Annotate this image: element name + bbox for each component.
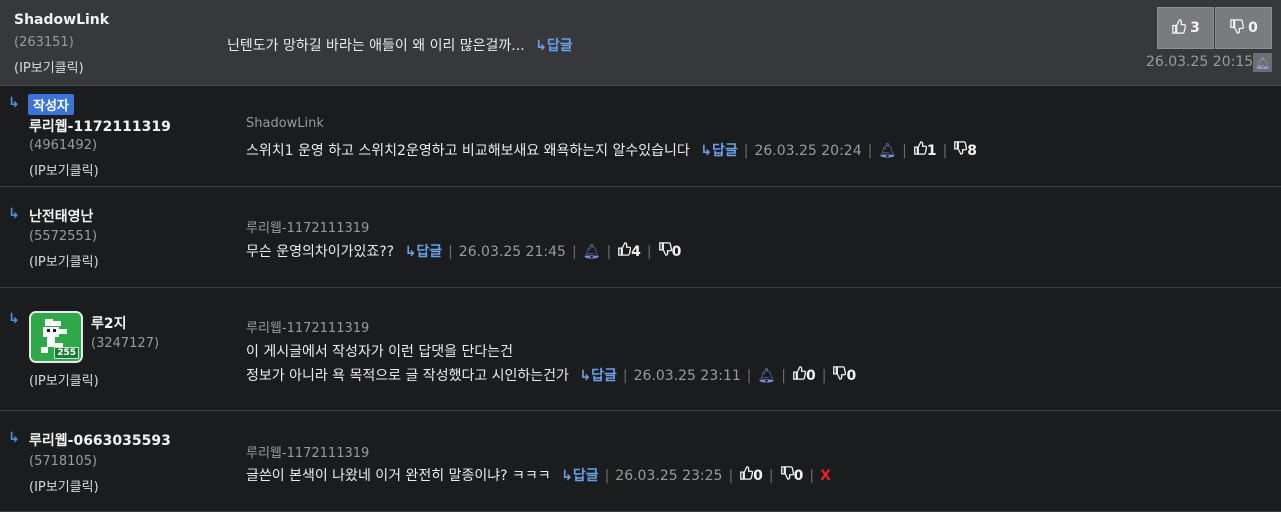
- avatar[interactable]: 255: [29, 311, 83, 363]
- comment-reply-button[interactable]: ↳답글: [405, 244, 443, 260]
- comment-row: ↳ 255 루2지 (3247127) (IP보기클릭) 루리웹-1172111…: [0, 289, 1281, 411]
- delete-button[interactable]: X: [820, 468, 831, 484]
- report-bell-icon[interactable]: 🔔︎: [878, 143, 896, 159]
- comment-parent-nick: 루리웹-1172111319: [246, 446, 370, 461]
- thumbs-down-icon: [658, 242, 672, 256]
- comment-down-count: 0: [793, 468, 804, 484]
- reply-arrow-icon: ↳: [8, 311, 20, 327]
- comment-date: 26.03.25 21:45: [458, 244, 566, 260]
- comment-ip-link[interactable]: (IP보기클릭): [29, 370, 99, 389]
- comment-down-count: 8: [967, 143, 978, 159]
- comment-nick[interactable]: 난전태영난: [29, 206, 93, 226]
- comment-uid: (5572551): [29, 229, 98, 244]
- author-badge: 작성자: [28, 94, 74, 115]
- thumbs-down-icon: [1229, 18, 1245, 38]
- comment-body: 무슨 운영의차이가있죠?? ↳답글 | 26.03.25 21:45 | 🔔︎ | 4 | 0: [246, 242, 682, 260]
- comment-text: 스위치1 운영 하고 스위치2운영하고 비교해보새요 왜욕하는지 알수있습니다: [246, 143, 690, 159]
- reply-arrow-icon: ↳: [8, 430, 20, 446]
- main-post-down-count: 0: [1248, 20, 1258, 36]
- comment-row: ↳ 루리웹-0663035593 (5718105) (IP보기클릭) 루리웹-…: [0, 412, 1281, 512]
- thumbs-up-icon: [793, 366, 807, 380]
- main-post-up-count: 3: [1190, 20, 1200, 36]
- main-post-downvote-button[interactable]: 0: [1215, 7, 1272, 49]
- comment-text: 이 게시글에서 작성자가 이런 답댓을 단다는건: [246, 344, 513, 360]
- report-bell-icon[interactable]: 🔔︎: [757, 368, 775, 384]
- main-post-date: 26.03.25 20:15: [1146, 54, 1254, 70]
- comment-downvote-button[interactable]: 8: [953, 141, 978, 159]
- comment-ip-link[interactable]: (IP보기클릭): [29, 476, 99, 495]
- comment-nick[interactable]: 루리웹-0663035593: [29, 430, 171, 450]
- comment-body: 글쓴이 본색이 나왔네 이거 완전히 말종이냐? ㅋㅋㅋ ↳답글 | 26.03.2…: [246, 466, 831, 484]
- comment-upvote-button[interactable]: 0: [792, 366, 816, 384]
- comment-reply-button[interactable]: ↳답글: [579, 368, 617, 384]
- main-post-text-line: 닌텐도가 망하길 바라는 애들이 왜 이리 많은걸까... ↳답글: [227, 35, 573, 55]
- comment-downvote-button[interactable]: 0: [832, 366, 857, 384]
- report-bell-icon[interactable]: 🔔︎: [1253, 53, 1272, 72]
- comment-downvote-button[interactable]: 0: [658, 242, 682, 260]
- comment-row: ↳ 작성자 루리웹-1172111319 (4961492) (IP보기클릭) …: [0, 87, 1281, 187]
- thumbs-down-icon: [833, 366, 847, 380]
- comment-ip-link[interactable]: (IP보기클릭): [29, 251, 99, 270]
- thumbs-up-icon: [740, 466, 754, 480]
- comment-reply-button[interactable]: ↳답글: [561, 468, 599, 484]
- comment-upvote-button[interactable]: 4: [617, 242, 641, 260]
- thumbs-up-icon: [618, 242, 632, 256]
- comment-down-count: 0: [846, 368, 857, 384]
- comment-text: 무슨 운영의차이가있죠??: [246, 244, 395, 260]
- main-post-text: 닌텐도가 망하길 바라는 애들이 왜 이리 많은걸까...: [227, 38, 525, 54]
- comment-reply-button[interactable]: ↳답글: [700, 143, 738, 159]
- comment-date: 26.03.25 20:24: [754, 143, 862, 159]
- comment-uid: (4961492): [29, 138, 98, 153]
- main-post-row: ShadowLink (263151) (IP보기클릭) 닌텐도가 망하길 바라…: [0, 0, 1281, 86]
- comment-uid: (5718105): [29, 454, 98, 469]
- comment-up-count: 0: [753, 468, 763, 484]
- reply-arrow-icon: ↳: [561, 468, 573, 484]
- comment-text: 글쓴이 본색이 나왔네 이거 완전히 말종이냐? ㅋㅋㅋ: [246, 468, 551, 484]
- comment-nick[interactable]: 루리웹-1172111319: [29, 116, 171, 136]
- comment-body: 정보가 아니라 욕 목적으로 글 작성했다고 시인하는건가 ↳답글 | 26.03.…: [246, 366, 857, 384]
- avatar-level-badge: 255: [54, 347, 79, 359]
- comment-upvote-button[interactable]: 1: [913, 141, 937, 159]
- comment-ip-link[interactable]: (IP보기클릭): [29, 160, 99, 179]
- comment-up-count: 4: [631, 244, 641, 260]
- main-post-reply-button[interactable]: ↳답글: [535, 38, 573, 54]
- main-post-uid: (263151): [14, 35, 74, 50]
- reply-arrow-icon: ↳: [8, 206, 20, 222]
- reply-arrow-icon: ↳: [8, 95, 20, 111]
- comment-down-count: 0: [671, 244, 682, 260]
- comment-date: 26.03.25 23:25: [615, 468, 723, 484]
- main-post-ip-link[interactable]: (IP보기클릭): [14, 57, 84, 76]
- report-bell-icon[interactable]: 🔔︎: [583, 244, 601, 260]
- comment-row: ↳ 난전태영난 (5572551) (IP보기클릭) 루리웹-117211131…: [0, 188, 1281, 288]
- comment-uid: (3247127): [91, 336, 160, 351]
- thumbs-down-icon: [954, 141, 968, 155]
- comment-parent-nick: 루리웹-1172111319: [246, 221, 370, 236]
- comment-up-count: 1: [926, 143, 937, 159]
- comment-downvote-button[interactable]: 0: [780, 466, 804, 484]
- reply-arrow-icon: ↳: [579, 368, 592, 384]
- main-post-upvote-button[interactable]: 3: [1157, 7, 1214, 49]
- reply-arrow-icon: ↳: [700, 143, 712, 159]
- comment-text: 정보가 아니라 욕 목적으로 글 작성했다고 시인하는건가: [246, 368, 569, 384]
- comment-date: 26.03.25 23:11: [633, 368, 741, 384]
- comment-parent-nick: ShadowLink: [246, 116, 324, 131]
- thumbs-down-icon: [780, 466, 794, 480]
- comment-parent-nick: 루리웹-1172111319: [246, 321, 370, 336]
- main-post-nick[interactable]: ShadowLink: [14, 12, 109, 28]
- comment-upvote-button[interactable]: 0: [739, 466, 763, 484]
- reply-arrow-icon: ↳: [404, 244, 417, 260]
- reply-label: 답글: [546, 38, 573, 54]
- reply-arrow-icon: ↳: [535, 38, 547, 54]
- comment-nick[interactable]: 루2지: [91, 313, 127, 333]
- comment-up-count: 0: [805, 368, 816, 384]
- comment-body: 스위치1 운영 하고 스위치2운영하고 비교해보새요 왜욕하는지 알수있습니다 …: [246, 141, 978, 159]
- thumbs-up-icon: [913, 141, 927, 155]
- thumbs-up-icon: [1171, 18, 1187, 38]
